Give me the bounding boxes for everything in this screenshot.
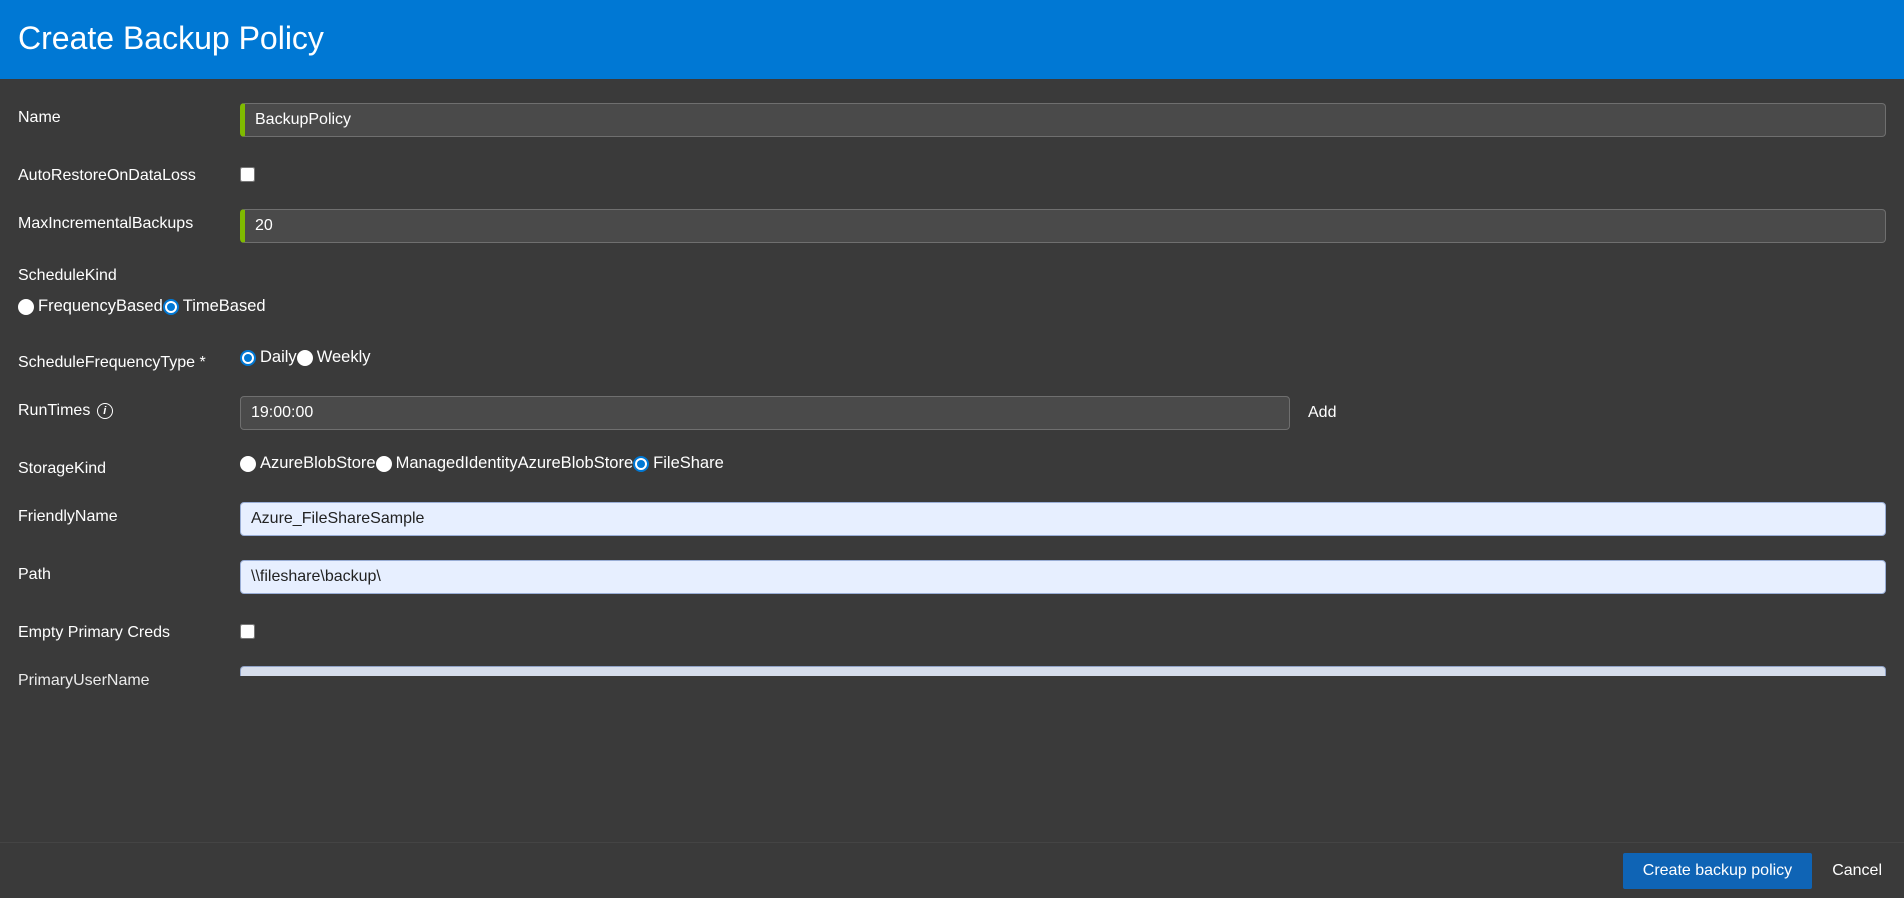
schedulekind-label: ScheduleKind xyxy=(18,267,1886,285)
schedulekind-frequencybased-label: FrequencyBased xyxy=(38,297,163,316)
schedulekind-timebased-label: TimeBased xyxy=(183,297,266,316)
schedulefrequencytype-weekly-radio[interactable] xyxy=(297,350,313,366)
storagekind-fileshare-radio[interactable] xyxy=(633,456,649,472)
friendlyname-label: FriendlyName xyxy=(18,502,240,526)
cancel-button[interactable]: Cancel xyxy=(1824,853,1890,889)
form-body: Name AutoRestoreOnDataLoss MaxIncrementa… xyxy=(0,79,1904,841)
schedulefrequencytype-weekly-label: Weekly xyxy=(317,348,371,367)
schedulefrequencytype-daily-radio[interactable] xyxy=(240,350,256,366)
autorestore-checkbox[interactable] xyxy=(240,167,255,182)
maxincremental-input[interactable] xyxy=(240,209,1886,243)
storagekind-managedidentity-label: ManagedIdentityAzureBlobStore xyxy=(396,454,634,473)
friendlyname-input[interactable] xyxy=(240,502,1886,536)
path-input[interactable] xyxy=(240,560,1886,594)
dialog-header: Create Backup Policy xyxy=(0,0,1904,79)
schedulefrequencytype-daily[interactable]: Daily xyxy=(240,348,297,367)
page-title: Create Backup Policy xyxy=(18,20,1886,57)
schedulefrequencytype-daily-label: Daily xyxy=(260,348,297,367)
storagekind-radio-group: AzureBlobStore ManagedIdentityAzureBlobS… xyxy=(240,454,724,473)
schedulekind-radio-group: FrequencyBased TimeBased xyxy=(18,297,1886,316)
name-input[interactable] xyxy=(240,103,1886,137)
primaryusername-label: PrimaryUserName xyxy=(18,666,240,690)
schedulefrequencytype-weekly[interactable]: Weekly xyxy=(297,348,371,367)
schedulefrequencytype-radio-group: Daily Weekly xyxy=(240,348,370,367)
storagekind-azureblobstore-radio[interactable] xyxy=(240,456,256,472)
schedulekind-frequencybased-radio[interactable] xyxy=(18,299,34,315)
emptyprimarycreds-label: Empty Primary Creds xyxy=(18,618,240,642)
path-label: Path xyxy=(18,560,240,584)
runtimes-label-text: RunTimes xyxy=(18,402,90,419)
storagekind-fileshare-label: FileShare xyxy=(653,454,724,473)
dialog-footer: Create backup policy Cancel xyxy=(0,842,1904,898)
runtimes-add-button[interactable]: Add xyxy=(1308,404,1336,422)
schedulekind-frequencybased[interactable]: FrequencyBased xyxy=(18,297,163,316)
runtimes-input[interactable] xyxy=(240,396,1290,430)
name-label: Name xyxy=(18,103,240,127)
storagekind-managedidentity[interactable]: ManagedIdentityAzureBlobStore xyxy=(376,454,634,473)
emptyprimarycreds-checkbox[interactable] xyxy=(240,624,255,639)
storagekind-azureblobstore-label: AzureBlobStore xyxy=(260,454,376,473)
autorestore-label: AutoRestoreOnDataLoss xyxy=(18,161,240,185)
info-icon[interactable]: i xyxy=(97,403,113,419)
storagekind-label: StorageKind xyxy=(18,454,240,478)
storagekind-fileshare[interactable]: FileShare xyxy=(633,454,724,473)
maxincremental-label: MaxIncrementalBackups xyxy=(18,209,240,233)
storagekind-managedidentity-radio[interactable] xyxy=(376,456,392,472)
schedulefrequencytype-label: ScheduleFrequencyType * xyxy=(18,348,240,372)
schedulekind-timebased-radio[interactable] xyxy=(163,299,179,315)
schedulekind-timebased[interactable]: TimeBased xyxy=(163,297,266,316)
storagekind-azureblobstore[interactable]: AzureBlobStore xyxy=(240,454,376,473)
runtimes-label: RunTimes i xyxy=(18,396,240,420)
create-backup-policy-button[interactable]: Create backup policy xyxy=(1623,853,1812,889)
primaryusername-input[interactable] xyxy=(240,666,1886,676)
